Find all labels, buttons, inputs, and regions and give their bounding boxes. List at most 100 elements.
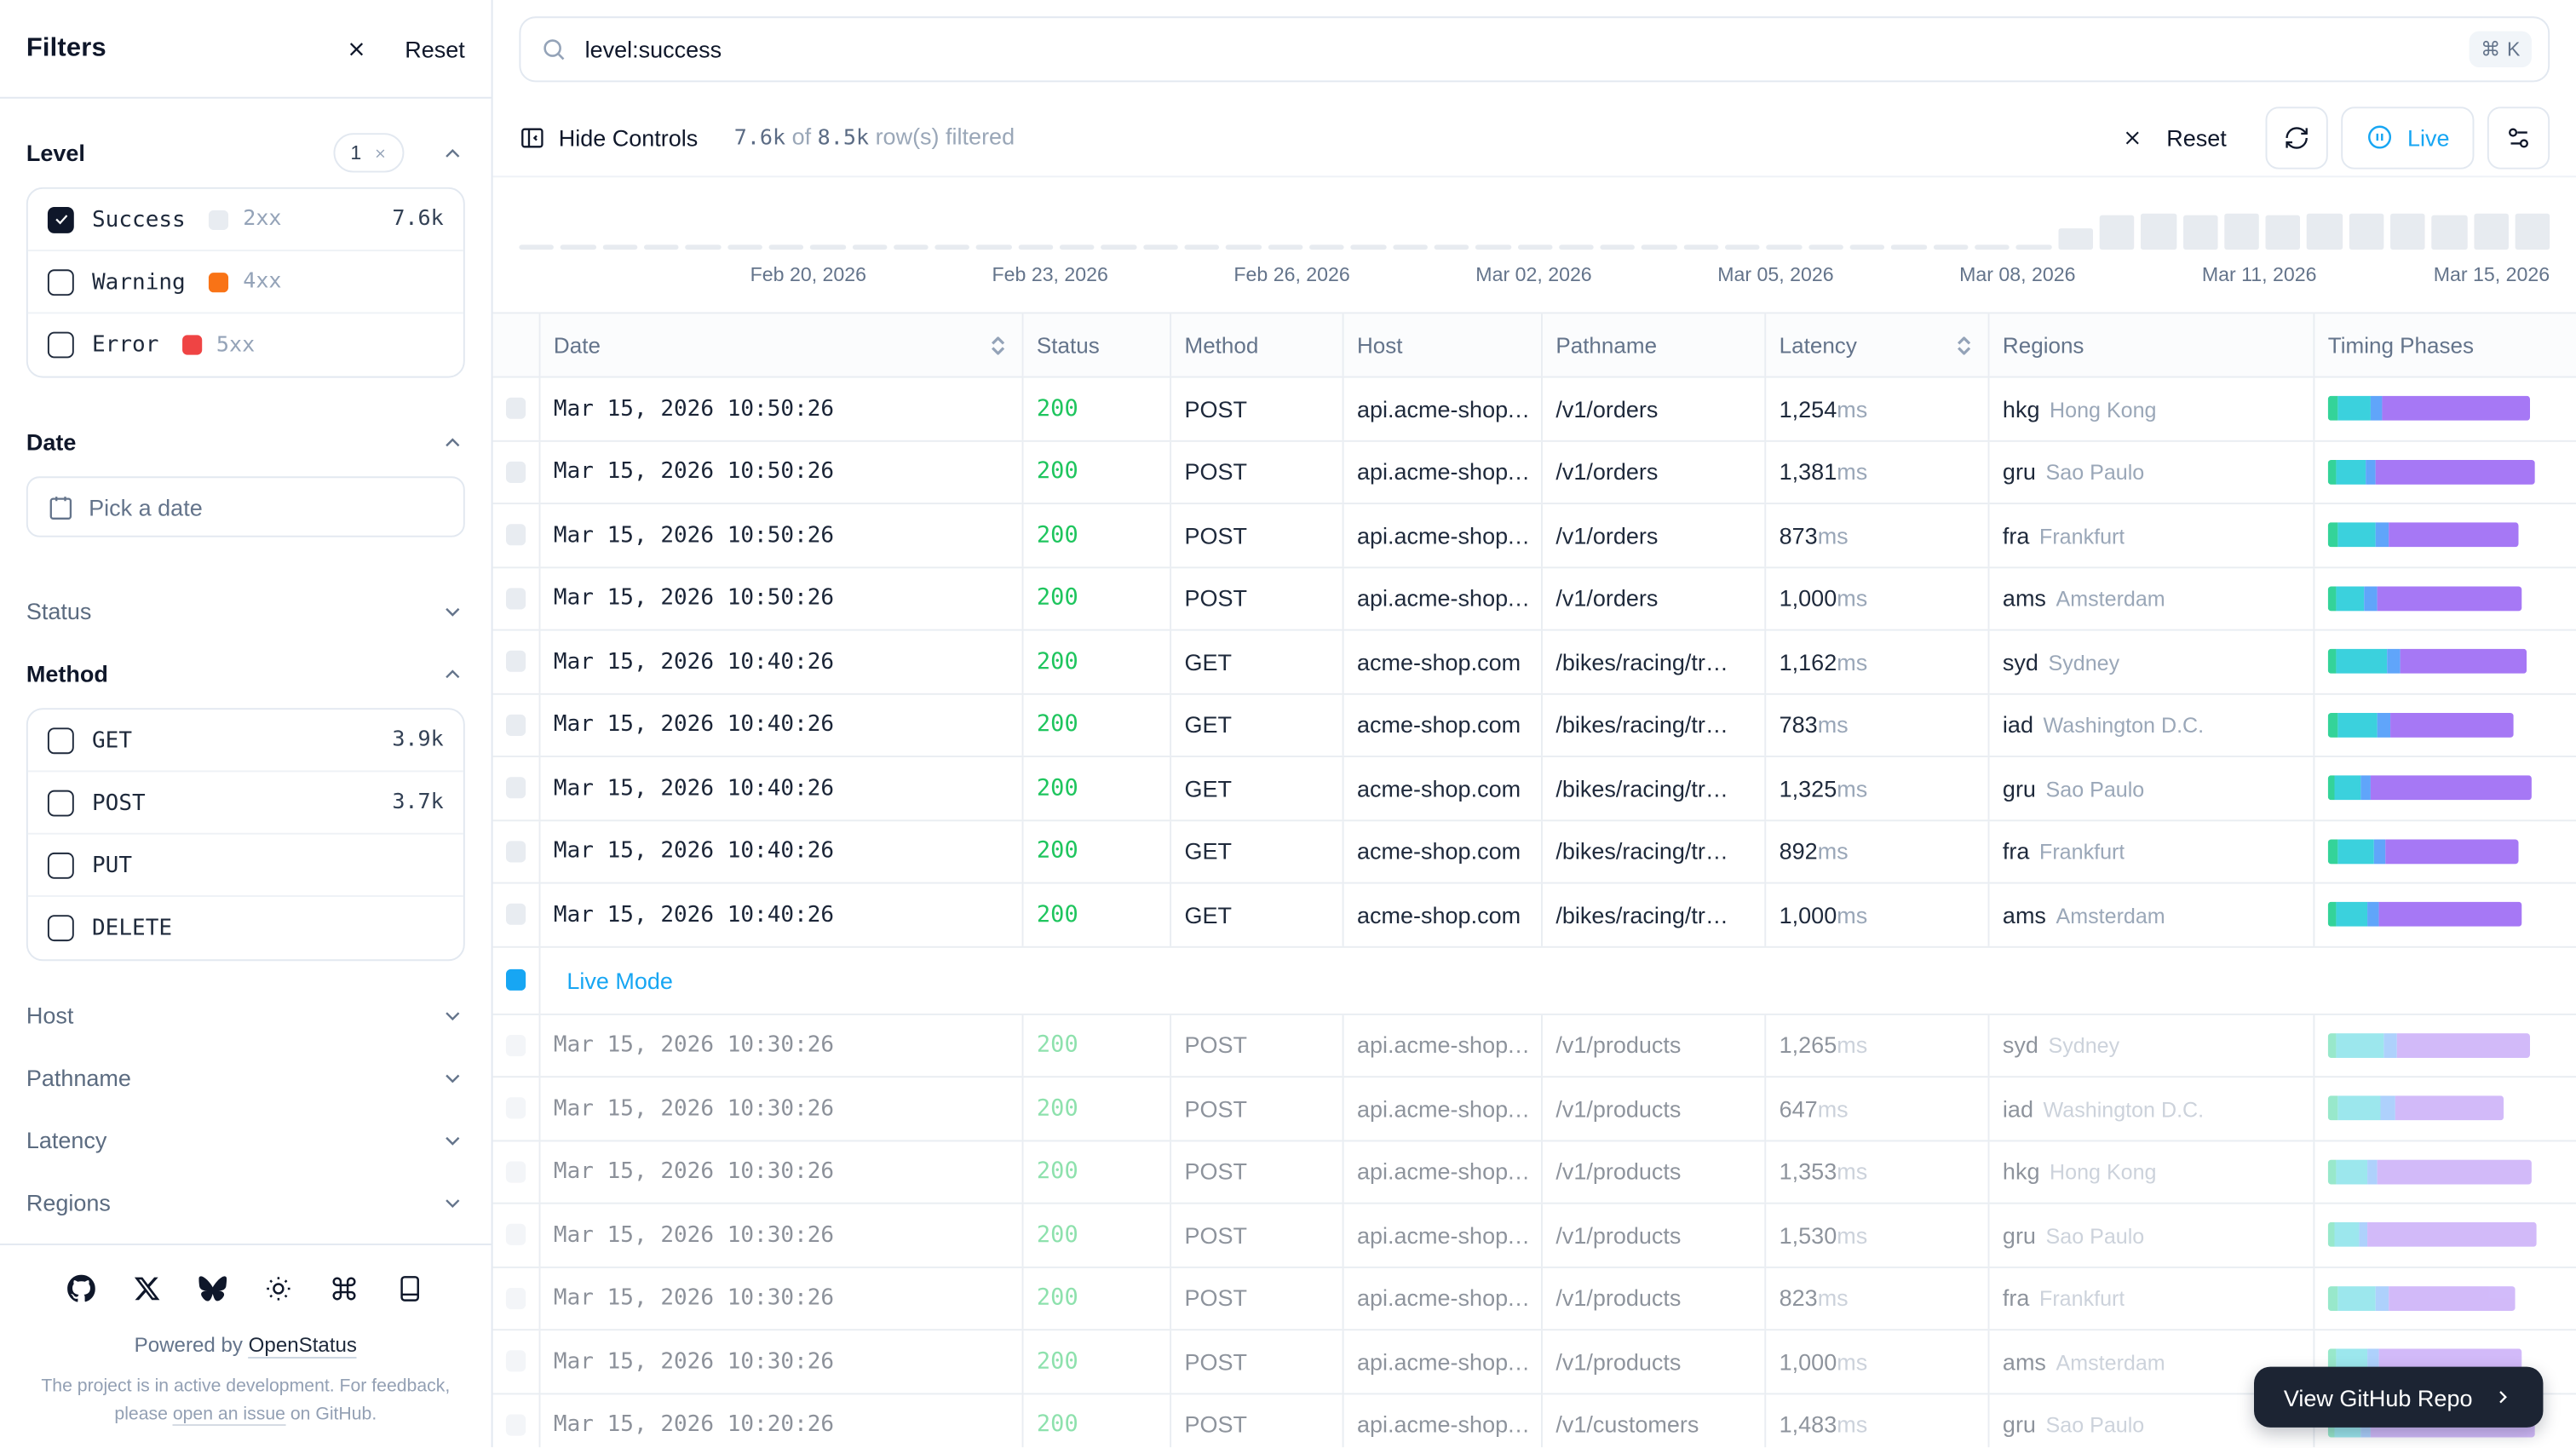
- histogram-bar[interactable]: [1767, 245, 1802, 250]
- section-level-header[interactable]: Level 1: [26, 128, 465, 177]
- live-button[interactable]: Live: [2342, 106, 2475, 168]
- section-status-header[interactable]: Status: [26, 580, 465, 642]
- section-date-header[interactable]: Date: [26, 417, 465, 467]
- table-row[interactable]: Mar 15, 2026 10:30:26200POSTapi.acme-sho…: [493, 1141, 2576, 1204]
- method-option-delete[interactable]: DELETE: [28, 897, 463, 959]
- histogram-bar[interactable]: [1226, 245, 1261, 250]
- histogram-bar[interactable]: [2141, 214, 2176, 250]
- open-issue-link[interactable]: open an issue: [173, 1405, 285, 1426]
- level-filter-badge[interactable]: 1: [334, 133, 404, 172]
- row-select-cell[interactable]: [493, 504, 541, 566]
- histogram-bar[interactable]: [810, 245, 845, 250]
- column-header-pathname[interactable]: Pathname: [1543, 313, 1766, 376]
- level-option-warning[interactable]: Warning4xx: [28, 251, 463, 313]
- view-github-repo-button[interactable]: View GitHub Repo: [2254, 1367, 2543, 1428]
- histogram-bar[interactable]: [2432, 215, 2467, 250]
- table-row[interactable]: Mar 15, 2026 10:50:26200POSTapi.acme-sho…: [493, 441, 2576, 504]
- histogram-bar[interactable]: [2058, 228, 2093, 250]
- histogram-bar[interactable]: [2516, 214, 2550, 250]
- table-row[interactable]: Mar 15, 2026 10:30:26200POSTapi.acme-sho…: [493, 1077, 2576, 1141]
- table-row[interactable]: Mar 15, 2026 10:30:26200POSTapi.acme-sho…: [493, 1014, 2576, 1077]
- row-select-cell[interactable]: [493, 1141, 541, 1202]
- column-header-status[interactable]: Status: [1023, 313, 1171, 376]
- clear-filters-button[interactable]: [346, 37, 369, 60]
- histogram-bar[interactable]: [1143, 245, 1178, 250]
- date-picker-input[interactable]: Pick a date: [26, 476, 465, 537]
- histogram-bar[interactable]: [1559, 245, 1594, 250]
- table-row[interactable]: Mar 15, 2026 10:50:26200POSTapi.acme-sho…: [493, 504, 2576, 567]
- histogram-bar[interactable]: [1683, 245, 1718, 250]
- checkbox[interactable]: [48, 332, 74, 359]
- histogram-bar[interactable]: [602, 245, 637, 250]
- histogram-bar[interactable]: [1933, 245, 1968, 250]
- histogram-bar[interactable]: [1309, 245, 1344, 250]
- histogram-bar[interactable]: [1808, 245, 1843, 250]
- row-select-cell[interactable]: [493, 1077, 541, 1139]
- hide-controls-button[interactable]: Hide Controls: [519, 124, 698, 151]
- histogram-bar[interactable]: [2099, 215, 2134, 250]
- row-select-cell[interactable]: [493, 631, 541, 692]
- histogram-bar[interactable]: [852, 245, 887, 250]
- histogram-bar[interactable]: [2182, 215, 2217, 250]
- row-select-cell[interactable]: [493, 1204, 541, 1266]
- table-row[interactable]: Mar 15, 2026 10:50:26200POSTapi.acme-sho…: [493, 567, 2576, 630]
- search-bar[interactable]: ⌘K: [519, 16, 2550, 82]
- row-select-cell[interactable]: [493, 378, 541, 440]
- search-input[interactable]: [582, 34, 2470, 64]
- histogram-bar[interactable]: [1601, 245, 1636, 250]
- column-header-select[interactable]: [493, 313, 541, 376]
- row-select-cell[interactable]: [493, 694, 541, 756]
- checkbox[interactable]: [48, 852, 74, 878]
- histogram-bar[interactable]: [1975, 245, 2010, 250]
- row-select-cell[interactable]: [493, 884, 541, 945]
- openstatus-link[interactable]: OpenStatus: [249, 1335, 357, 1359]
- section-pathname-header[interactable]: Pathname: [26, 1046, 465, 1108]
- histogram-bar[interactable]: [1475, 245, 1510, 250]
- histogram-bar[interactable]: [976, 245, 1011, 250]
- badge-clear-icon[interactable]: [373, 146, 388, 160]
- histogram-bar[interactable]: [1060, 245, 1095, 250]
- checkbox[interactable]: [48, 268, 74, 295]
- refresh-button[interactable]: [2266, 106, 2328, 168]
- row-select-cell[interactable]: [493, 441, 541, 503]
- histogram-bar[interactable]: [2474, 214, 2509, 250]
- histogram-bar[interactable]: [768, 245, 803, 250]
- column-header-latency[interactable]: Latency: [1766, 313, 1989, 376]
- section-latency-header[interactable]: Latency: [26, 1109, 465, 1171]
- section-host-header[interactable]: Host: [26, 984, 465, 1046]
- level-option-success[interactable]: Success2xx7.6k: [28, 189, 463, 251]
- method-option-get[interactable]: GET3.9k: [28, 710, 463, 772]
- view-settings-button[interactable]: [2487, 106, 2550, 168]
- checkbox[interactable]: [48, 790, 74, 816]
- histogram-bar[interactable]: [1268, 245, 1302, 250]
- histogram-bar[interactable]: [2349, 214, 2383, 250]
- column-header-host[interactable]: Host: [1344, 313, 1543, 376]
- x-logo-icon[interactable]: [133, 1275, 161, 1311]
- histogram-bar[interactable]: [644, 245, 679, 250]
- live-mode-label[interactable]: Live Mode: [554, 967, 673, 993]
- sort-icon[interactable]: [991, 336, 1009, 353]
- row-select-cell[interactable]: [493, 1330, 541, 1392]
- table-row[interactable]: Mar 15, 2026 10:40:26200GETacme-shop.com…: [493, 820, 2576, 883]
- table-row[interactable]: Mar 15, 2026 10:40:26200GETacme-shop.com…: [493, 631, 2576, 694]
- histogram-bar[interactable]: [1642, 245, 1676, 250]
- histogram-bar[interactable]: [686, 245, 721, 250]
- histogram-bar[interactable]: [1101, 245, 1136, 250]
- table-row[interactable]: Mar 15, 2026 10:40:26200GETacme-shop.com…: [493, 884, 2576, 947]
- table-row[interactable]: Mar 15, 2026 10:40:26200GETacme-shop.com…: [493, 694, 2576, 757]
- histogram-bar[interactable]: [561, 245, 595, 250]
- table-row[interactable]: Mar 15, 2026 10:50:26200POSTapi.acme-sho…: [493, 378, 2576, 441]
- histogram-bar[interactable]: [1850, 245, 1885, 250]
- histogram-bar[interactable]: [1891, 245, 1926, 250]
- histogram-bar[interactable]: [2224, 214, 2259, 250]
- histogram-bar[interactable]: [727, 245, 762, 250]
- table-row[interactable]: Mar 15, 2026 10:40:26200GETacme-shop.com…: [493, 757, 2576, 820]
- bluesky-icon[interactable]: [198, 1275, 227, 1311]
- command-icon[interactable]: [331, 1275, 359, 1311]
- book-icon[interactable]: [396, 1275, 424, 1311]
- histogram-bar[interactable]: [1351, 245, 1386, 250]
- column-header-regions[interactable]: Regions: [1989, 313, 2314, 376]
- row-select-cell[interactable]: [493, 820, 541, 882]
- column-header-date[interactable]: Date: [540, 313, 1023, 376]
- row-select-cell[interactable]: [493, 1267, 541, 1329]
